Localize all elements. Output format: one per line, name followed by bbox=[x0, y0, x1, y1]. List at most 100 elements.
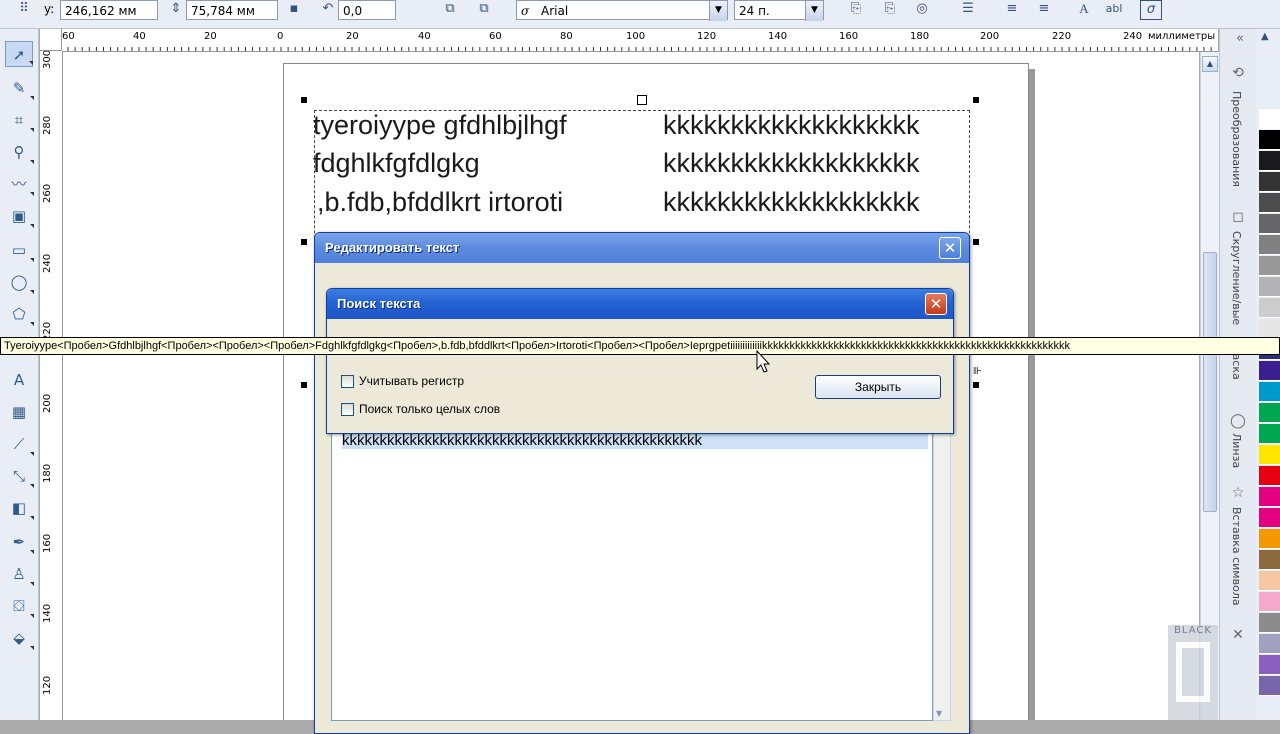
color-swatch[interactable] bbox=[1259, 634, 1280, 654]
grid-icon[interactable]: ⠿ bbox=[14, 0, 34, 18]
shape-tool-icon[interactable]: ✎ bbox=[5, 75, 34, 101]
color-swatch[interactable] bbox=[1259, 466, 1280, 486]
interactive-fill-icon[interactable]: ⬙ bbox=[5, 625, 34, 651]
selection-handle[interactable] bbox=[301, 239, 307, 245]
color-swatch[interactable] bbox=[1259, 235, 1280, 255]
color-swatch[interactable] bbox=[1259, 445, 1280, 465]
match-case-checkbox[interactable] bbox=[341, 375, 354, 388]
selection-handle[interactable] bbox=[973, 382, 979, 388]
pick-tool-icon[interactable]: ➚ bbox=[5, 41, 33, 67]
selection-handle[interactable] bbox=[973, 97, 979, 103]
edit-text-titlebar[interactable]: Редактировать текст ✕ bbox=[315, 233, 969, 263]
dropcap-icon[interactable]: ≡ bbox=[1034, 0, 1054, 18]
bold-icon[interactable]: ⎘ bbox=[846, 0, 866, 18]
color-swatch[interactable] bbox=[1259, 571, 1280, 591]
color-swatch[interactable] bbox=[1259, 193, 1280, 213]
color-swatch[interactable] bbox=[1259, 613, 1280, 633]
selection-handle[interactable] bbox=[301, 97, 307, 103]
color-swatch[interactable] bbox=[1259, 403, 1280, 423]
character-format-icon[interactable]: A bbox=[1074, 0, 1094, 18]
color-swatch[interactable] bbox=[1259, 298, 1280, 318]
underline-icon[interactable]: ◎ bbox=[912, 0, 932, 18]
rectangle-tool-icon[interactable]: ▭ bbox=[5, 237, 34, 263]
chevron-down-icon[interactable]: ▼ bbox=[805, 1, 823, 21]
color-swatch[interactable] bbox=[1259, 172, 1280, 192]
bullets-icon[interactable]: ≡ bbox=[1002, 0, 1022, 18]
color-swatch[interactable] bbox=[1259, 592, 1280, 612]
color-swatch[interactable] bbox=[1259, 382, 1280, 402]
text-frame-handle[interactable] bbox=[637, 95, 647, 105]
chevron-down-icon[interactable]: ▼ bbox=[709, 1, 727, 21]
smart-fill-icon[interactable]: ▣ bbox=[5, 203, 34, 229]
italic-icon[interactable]: ⎘ bbox=[880, 0, 900, 18]
color-swatch[interactable] bbox=[1259, 130, 1280, 150]
mirror-h-icon[interactable]: ⧉ bbox=[440, 0, 460, 18]
font-name-select[interactable]: σ Arial ▼ bbox=[516, 0, 728, 21]
palette-scroll-up-icon[interactable]: ▲ bbox=[1261, 31, 1269, 42]
canvas-text-line: kkkkkkkkkkkkkkkkkkk bbox=[663, 148, 920, 178]
text-flow-tab-icon[interactable]: ⊪ bbox=[973, 366, 982, 377]
scroll-down-icon[interactable]: ▼ bbox=[936, 709, 942, 718]
close-icon[interactable]: ✕ bbox=[939, 237, 961, 259]
color-swatch[interactable] bbox=[1259, 277, 1280, 297]
table-tool-icon[interactable]: ▦ bbox=[5, 399, 33, 425]
color-swatch[interactable] bbox=[1259, 256, 1280, 276]
polygon-tool-icon[interactable]: ⬠ bbox=[5, 301, 34, 327]
mirror-v-icon[interactable]: ⧉ bbox=[474, 0, 494, 18]
color-swatch[interactable] bbox=[1259, 550, 1280, 570]
object-y-field[interactable]: 246,162 мм bbox=[60, 0, 158, 20]
color-swatch[interactable] bbox=[1259, 529, 1280, 549]
whole-words-checkbox[interactable] bbox=[341, 403, 354, 416]
rotation-field[interactable]: 0,0 bbox=[338, 0, 396, 20]
docker-tab-fillet[interactable]: Скругление/вые bbox=[1230, 231, 1243, 325]
align-icon[interactable]: ☰ bbox=[958, 0, 978, 18]
scroll-up-icon[interactable]: ▲ bbox=[1202, 56, 1218, 72]
y-label: y: bbox=[44, 2, 55, 16]
watermark-text: BLACK bbox=[1174, 625, 1212, 636]
selection-handle[interactable] bbox=[301, 382, 307, 388]
collapse-docker-icon[interactable]: « bbox=[1232, 31, 1248, 47]
crop-tool-icon[interactable]: ⌗ bbox=[5, 107, 34, 133]
close-icon[interactable]: ✕ bbox=[1230, 627, 1246, 643]
lock-ratio-icon[interactable]: ▪ bbox=[284, 0, 304, 18]
color-swatch[interactable] bbox=[1259, 109, 1280, 129]
color-swatch[interactable] bbox=[1259, 508, 1280, 528]
font-glyph-button[interactable]: σ bbox=[1140, 0, 1162, 20]
color-swatch[interactable] bbox=[1259, 319, 1280, 339]
connector-tool-icon[interactable]: ⤡ bbox=[5, 463, 34, 489]
find-text-titlebar[interactable]: Поиск текста ✕ bbox=[327, 289, 953, 319]
docker-tab-transformations[interactable]: Преобразования bbox=[1230, 91, 1243, 187]
close-button[interactable]: Закрыть bbox=[815, 375, 941, 399]
docker-tab-lens[interactable]: Линза bbox=[1230, 433, 1243, 468]
color-swatch[interactable] bbox=[1259, 424, 1280, 444]
vertical-scrollbar[interactable]: ▲ bbox=[1200, 52, 1219, 720]
edit-text-scrollbar[interactable]: ▼ bbox=[933, 419, 951, 721]
close-icon[interactable]: ✕ bbox=[925, 293, 947, 315]
horizontal-ruler[interactable]: 60 40 20 0 20 40 60 80 100 120 140 160 1… bbox=[62, 29, 1218, 52]
edit-text-area[interactable]: kkkkkkkkkkkkkkkkkkkkkkkkkkkkkkkkkkkkkkkk… bbox=[331, 419, 933, 721]
eyedropper-tool-icon[interactable]: ✒ bbox=[5, 529, 34, 555]
color-swatch[interactable] bbox=[1259, 361, 1280, 381]
selection-handle[interactable] bbox=[973, 239, 979, 245]
color-swatch[interactable] bbox=[1259, 676, 1280, 696]
docker-tab-insert-character[interactable]: Вставка символа bbox=[1230, 507, 1243, 606]
edit-text-icon[interactable]: abl bbox=[1104, 0, 1124, 18]
scroll-thumb[interactable] bbox=[1203, 252, 1217, 512]
ellipse-tool-icon[interactable]: ◯ bbox=[5, 269, 34, 295]
vertical-ruler[interactable]: 300 280 260 240 220 200 180 160 140 120 bbox=[40, 51, 63, 720]
freehand-tool-icon[interactable]: 〰 bbox=[5, 171, 34, 197]
ruler-corner[interactable] bbox=[40, 29, 62, 51]
zoom-tool-icon[interactable]: ⚲ bbox=[5, 139, 34, 165]
color-swatch[interactable] bbox=[1259, 655, 1280, 675]
rotate-icon[interactable]: ↶ bbox=[318, 0, 338, 18]
color-swatch[interactable] bbox=[1259, 487, 1280, 507]
outline-tool-icon[interactable]: ♙ bbox=[5, 561, 34, 587]
fill-tool-icon[interactable]: ⛋ bbox=[5, 593, 34, 619]
blend-tool-icon[interactable]: ◧ bbox=[5, 495, 34, 521]
text-tool-icon[interactable]: A bbox=[5, 367, 33, 393]
color-swatch[interactable] bbox=[1259, 214, 1280, 234]
font-size-select[interactable]: 24 п. ▼ bbox=[734, 0, 824, 21]
color-swatch[interactable] bbox=[1259, 151, 1280, 171]
object-height-field[interactable]: 75,784 мм bbox=[186, 0, 278, 20]
dimension-tool-icon[interactable]: ⟋ bbox=[5, 431, 34, 457]
